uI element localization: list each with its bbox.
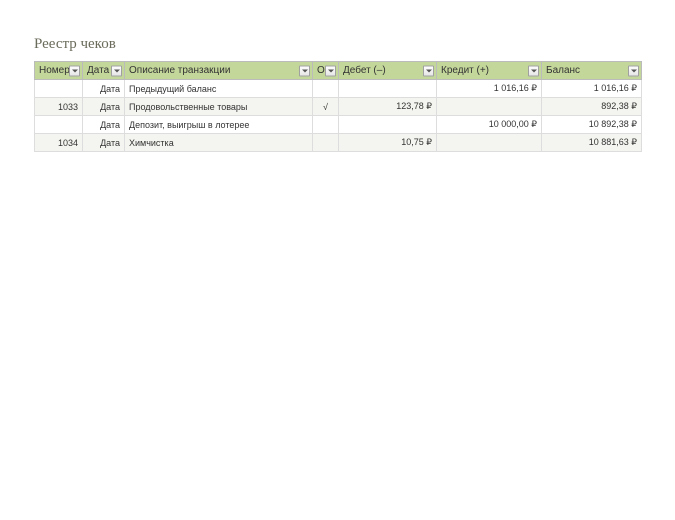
col-header-label: Дебет (–) xyxy=(343,65,386,76)
col-header-label: Номер xyxy=(39,65,70,76)
cell-desc[interactable]: Предыдущий баланс xyxy=(125,80,313,98)
dropdown-icon[interactable] xyxy=(423,65,434,76)
cell-balance[interactable]: 892,38 ₽ xyxy=(542,98,642,116)
cell-o[interactable]: √ xyxy=(313,98,339,116)
header-row: Номер Дата Описание транзакции О Дебет (… xyxy=(35,62,642,80)
col-header-credit[interactable]: Кредит (+) xyxy=(437,62,542,80)
cell-o[interactable] xyxy=(313,134,339,152)
cell-balance[interactable]: 10 881,63 ₽ xyxy=(542,134,642,152)
cell-credit[interactable]: 10 000,00 ₽ xyxy=(437,116,542,134)
register-table: Номер Дата Описание транзакции О Дебет (… xyxy=(34,61,642,152)
col-header-label: Описание транзакции xyxy=(129,65,230,76)
col-header-label: Дата xyxy=(87,65,109,76)
col-header-desc[interactable]: Описание транзакции xyxy=(125,62,313,80)
cell-balance[interactable]: 1 016,16 ₽ xyxy=(542,80,642,98)
cell-desc[interactable]: Депозит, выигрыш в лотерее xyxy=(125,116,313,134)
page-title: Реестр чеков xyxy=(34,36,641,53)
cell-credit[interactable] xyxy=(437,98,542,116)
cell-balance[interactable]: 10 892,38 ₽ xyxy=(542,116,642,134)
dropdown-icon[interactable] xyxy=(325,65,336,76)
cell-num[interactable]: 1034 xyxy=(35,134,83,152)
dropdown-icon[interactable] xyxy=(69,65,80,76)
cell-num[interactable]: 1033 xyxy=(35,98,83,116)
cell-debit[interactable] xyxy=(339,116,437,134)
cell-num[interactable] xyxy=(35,80,83,98)
col-header-label: Баланс xyxy=(546,65,580,76)
cell-credit[interactable] xyxy=(437,134,542,152)
table-row: 1034 Дата Химчистка 10,75 ₽ 10 881,63 ₽ xyxy=(35,134,642,152)
table-row: 1033 Дата Продовольственные товары √ 123… xyxy=(35,98,642,116)
dropdown-icon[interactable] xyxy=(628,65,639,76)
dropdown-icon[interactable] xyxy=(111,65,122,76)
cell-debit[interactable]: 10,75 ₽ xyxy=(339,134,437,152)
cell-date[interactable]: Дата xyxy=(83,98,125,116)
col-header-date[interactable]: Дата xyxy=(83,62,125,80)
dropdown-icon[interactable] xyxy=(299,65,310,76)
col-header-balance[interactable]: Баланс xyxy=(542,62,642,80)
cell-debit[interactable]: 123,78 ₽ xyxy=(339,98,437,116)
cell-num[interactable] xyxy=(35,116,83,134)
cell-o[interactable] xyxy=(313,80,339,98)
cell-desc[interactable]: Продовольственные товары xyxy=(125,98,313,116)
col-header-num[interactable]: Номер xyxy=(35,62,83,80)
cell-o[interactable] xyxy=(313,116,339,134)
col-header-debit[interactable]: Дебет (–) xyxy=(339,62,437,80)
col-header-o[interactable]: О xyxy=(313,62,339,80)
cell-debit[interactable] xyxy=(339,80,437,98)
dropdown-icon[interactable] xyxy=(528,65,539,76)
cell-desc[interactable]: Химчистка xyxy=(125,134,313,152)
cell-date[interactable]: Дата xyxy=(83,134,125,152)
col-header-label: Кредит (+) xyxy=(441,65,489,76)
col-header-label: О xyxy=(317,65,325,76)
table-row: Дата Депозит, выигрыш в лотерее 10 000,0… xyxy=(35,116,642,134)
cell-date[interactable]: Дата xyxy=(83,116,125,134)
cell-date[interactable]: Дата xyxy=(83,80,125,98)
cell-credit[interactable]: 1 016,16 ₽ xyxy=(437,80,542,98)
table-row: Дата Предыдущий баланс 1 016,16 ₽ 1 016,… xyxy=(35,80,642,98)
